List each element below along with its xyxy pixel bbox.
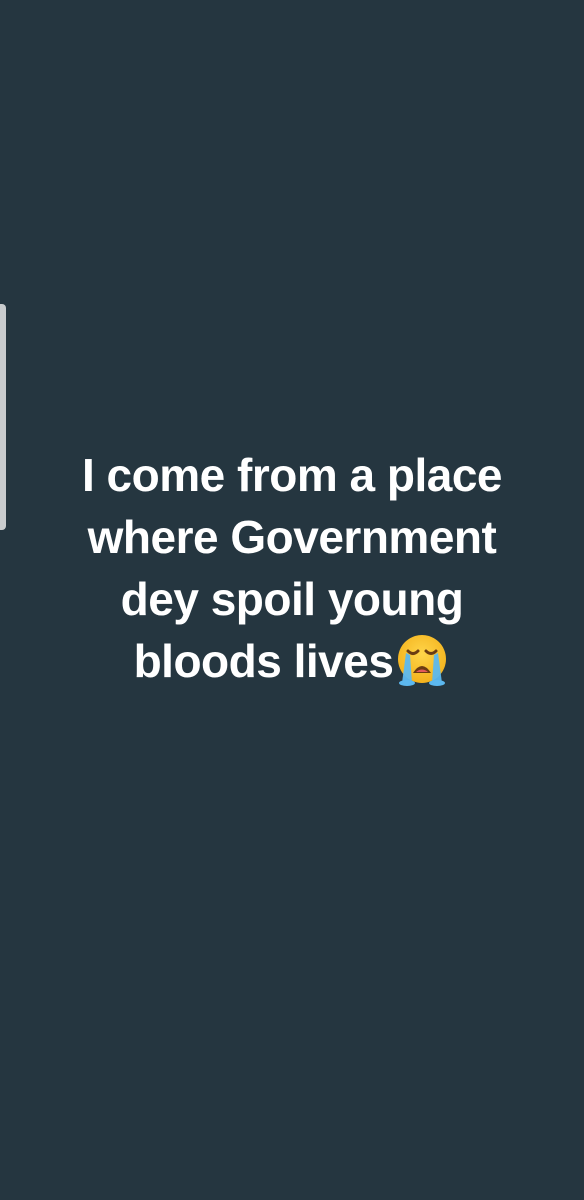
status-line-1: I come from a place (82, 449, 503, 501)
status-line-4: bloods lives (133, 635, 394, 687)
loudly-crying-face-icon (398, 635, 447, 686)
text-status-screen[interactable]: I come from a place where Government dey… (0, 0, 584, 1200)
edge-panel-handle[interactable] (0, 304, 6, 530)
status-line-4-wrap: bloods lives (30, 630, 554, 692)
status-text: I come from a place where Government dey… (30, 444, 554, 692)
status-line-3: dey spoil young (120, 573, 464, 625)
status-line-2: where Government (87, 511, 497, 563)
